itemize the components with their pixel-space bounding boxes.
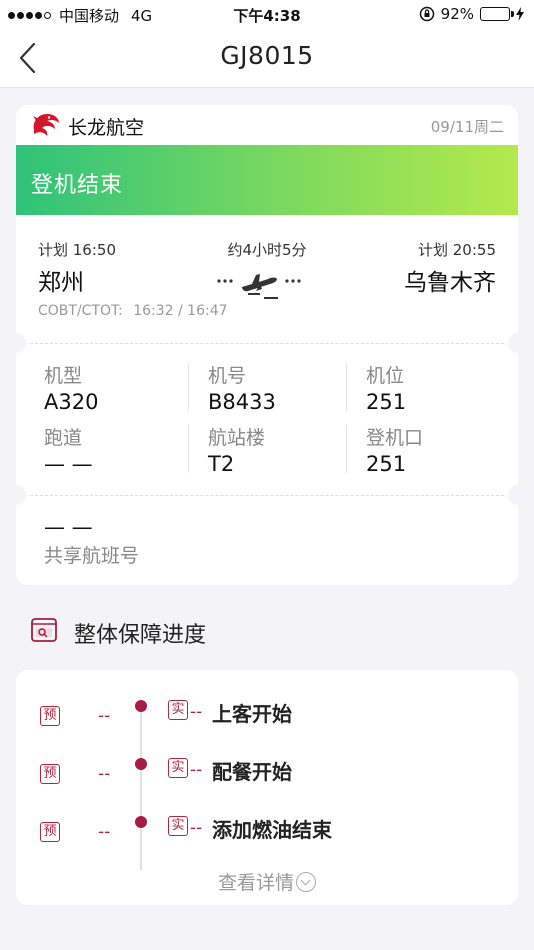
flight-date: 09/11周二 bbox=[430, 118, 504, 136]
info-label: 机型 bbox=[44, 365, 83, 387]
divider bbox=[30, 343, 504, 344]
rotation-lock-icon bbox=[419, 6, 434, 22]
flight-card: 长龙航空 09/11周二 登机结束 计划 16:50 约4小时5分 计划 20:… bbox=[16, 105, 518, 585]
info-label: 登机口 bbox=[366, 427, 424, 449]
actual-badge: 实 bbox=[168, 816, 188, 836]
info-aircraft-type: 机型 A320 bbox=[44, 361, 98, 414]
progress-card: 预 -- 实 -- 上客开始 预 -- 实 -- 配餐开始 预 -- 实 -- … bbox=[16, 670, 518, 905]
actual-time: -- bbox=[190, 702, 203, 722]
cobt-ctot: COBT/CTOT: 16:32 / 16:47 bbox=[38, 303, 228, 319]
plan-time: -- bbox=[98, 764, 111, 784]
timeline-dot bbox=[135, 816, 147, 828]
info-value: B8433 bbox=[208, 390, 276, 414]
info-value: 251 bbox=[366, 390, 407, 414]
navigation-bar: GJ8015 bbox=[0, 28, 534, 88]
loong-air-logo-icon bbox=[33, 114, 59, 136]
flight-status-banner: 登机结束 bbox=[16, 145, 518, 215]
chevron-down-icon bbox=[296, 872, 316, 892]
route-section: 计划 16:50 约4小时5分 计划 20:55 郑州 乌鲁木齐 COBT/CT… bbox=[16, 215, 518, 335]
view-details-label: 查看详情 bbox=[217, 872, 294, 894]
progress-item: 预 -- 实 -- 配餐开始 bbox=[16, 754, 518, 788]
progress-item-label: 添加燃油结束 bbox=[212, 818, 332, 842]
plan-badge: 预 bbox=[40, 706, 60, 726]
divider bbox=[346, 363, 347, 411]
actual-badge: 实 bbox=[168, 700, 188, 720]
status-bar: 中国移动 4G 下午4:38 92% bbox=[0, 0, 534, 28]
info-value: T2 bbox=[208, 452, 235, 476]
progress-item: 预 -- 实 -- 添加燃油结束 bbox=[16, 812, 518, 846]
ticket-notch bbox=[508, 333, 518, 353]
cobt-label: COBT/CTOT: bbox=[38, 303, 123, 319]
codeshare-value: — — bbox=[44, 515, 93, 539]
flight-info-grid: 机型 A320 机号 B8433 机位 251 跑道 — — 航站楼 T2 登机… bbox=[16, 355, 518, 485]
plan-badge: 预 bbox=[40, 822, 60, 842]
actual-time: -- bbox=[190, 760, 203, 780]
info-value: A320 bbox=[44, 390, 99, 414]
info-label: 机位 bbox=[366, 365, 405, 387]
info-gate: 登机口 251 bbox=[366, 423, 423, 476]
charging-icon bbox=[516, 7, 524, 21]
arrival-planned-time: 计划 20:55 bbox=[418, 241, 496, 259]
takeoff-plane-icon bbox=[217, 274, 301, 299]
progress-item-label: 配餐开始 bbox=[212, 760, 292, 784]
info-registration: 机号 B8433 bbox=[208, 361, 276, 414]
airline-name: 长龙航空 bbox=[68, 117, 145, 139]
battery-icon bbox=[480, 7, 514, 21]
progress-item-label: 上客开始 bbox=[212, 702, 292, 726]
plan-time: -- bbox=[98, 822, 111, 842]
view-details-link[interactable]: 查看详情 bbox=[16, 868, 518, 895]
ticket-notch bbox=[16, 333, 26, 353]
divider bbox=[188, 425, 189, 473]
info-value: 251 bbox=[366, 452, 407, 476]
divider bbox=[188, 363, 189, 411]
plan-time: -- bbox=[98, 706, 111, 726]
info-label: 机号 bbox=[208, 365, 247, 387]
divider bbox=[30, 495, 504, 496]
page-title: GJ8015 bbox=[220, 41, 314, 70]
info-label: 跑道 bbox=[44, 427, 83, 449]
plan-badge: 预 bbox=[40, 764, 60, 784]
section-title: 整体保障进度 bbox=[74, 623, 207, 648]
progress-report-icon bbox=[31, 618, 57, 642]
flight-status: 登机结束 bbox=[31, 173, 124, 198]
codeshare-label: 共享航班号 bbox=[44, 545, 140, 567]
ticket-notch bbox=[508, 485, 518, 505]
divider bbox=[346, 425, 347, 473]
arrival-city: 乌鲁木齐 bbox=[404, 270, 496, 296]
actual-time: -- bbox=[190, 818, 203, 838]
actual-badge: 实 bbox=[168, 758, 188, 778]
info-label: 航站楼 bbox=[208, 427, 266, 449]
progress-item: 预 -- 实 -- 上客开始 bbox=[16, 696, 518, 730]
timeline-dot bbox=[135, 700, 147, 712]
airline-row: 长龙航空 09/11周二 bbox=[16, 105, 518, 145]
departure-city: 郑州 bbox=[38, 270, 84, 296]
info-terminal: 航站楼 T2 bbox=[208, 423, 265, 476]
info-stand: 机位 251 bbox=[366, 361, 406, 414]
timeline-dot bbox=[135, 758, 147, 770]
ticket-notch bbox=[16, 485, 26, 505]
cobt-value: 16:32 / 16:47 bbox=[133, 303, 228, 319]
battery-percent: 92% bbox=[440, 5, 474, 23]
info-value: — — bbox=[44, 452, 93, 476]
info-runway: 跑道 — — bbox=[44, 423, 93, 476]
